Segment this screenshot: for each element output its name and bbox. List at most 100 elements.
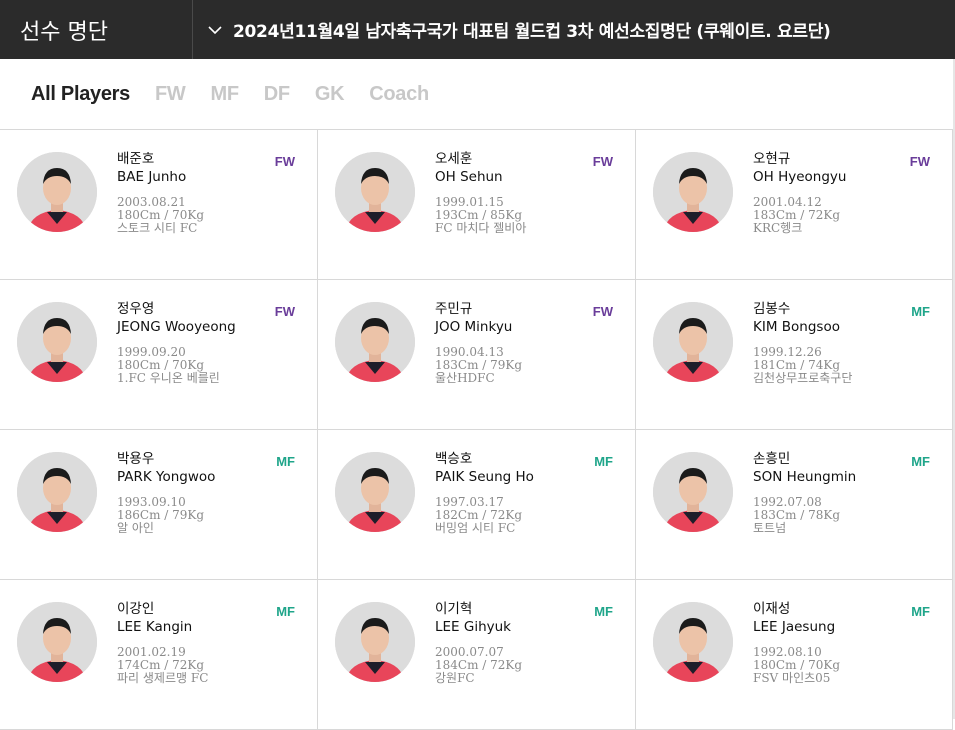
squad-selector-label: 2024년11월4일 남자축구국가 대표팀 월드컵 3차 예선소집명단 (쿠웨이… [233,22,831,42]
player-photo [335,302,415,382]
position-badge: MF [911,304,930,319]
position-badge: MF [911,604,930,619]
player-photo [653,452,733,532]
player-korean-name: 오세훈 [435,151,473,167]
position-badge: FW [592,154,613,169]
player-club: 파리 생제르맹 FC [117,671,209,685]
player-card[interactable]: 이재성 LEE Jaesung 1992.08.10 180Cm / 70Kg … [636,580,953,730]
player-photo [335,602,415,682]
player-club: 스토크 시티 FC [117,221,198,235]
player-card[interactable]: 박용우 PARK Yongwoo 1993.09.10 186Cm / 79Kg… [0,430,318,580]
position-badge: MF [276,604,295,619]
player-info: 배준호 BAE Junho 2003.08.21 180Cm / 70Kg 스토… [117,150,287,235]
player-row: 이강인 LEE Kangin 2001.02.19 174Cm / 72Kg 파… [0,580,953,730]
player-info: 주민규 JOO Minkyu 1990.04.13 183Cm / 79Kg 울… [435,300,605,385]
player-card[interactable]: 주민규 JOO Minkyu 1990.04.13 183Cm / 79Kg 울… [318,280,636,430]
player-row: 정우영 JEONG Wooyeong 1999.09.20 180Cm / 70… [0,280,953,430]
player-photo [17,302,97,382]
player-korean-name: 김봉수 [753,301,791,317]
player-row: 배준호 BAE Junho 2003.08.21 180Cm / 70Kg 스토… [0,130,953,280]
player-club: 강원FC [435,671,475,685]
player-english-name: JEONG Wooyeong [117,319,236,335]
player-club: FSV 마인츠05 [753,671,831,685]
player-korean-name: 주민규 [435,301,473,317]
position-badge: FW [592,304,613,319]
player-row: 박용우 PARK Yongwoo 1993.09.10 186Cm / 79Kg… [0,430,953,580]
player-photo [335,452,415,532]
player-korean-name: 박용우 [117,451,155,467]
player-card[interactable]: 이강인 LEE Kangin 2001.02.19 174Cm / 72Kg 파… [0,580,318,730]
position-badge: MF [594,604,613,619]
player-korean-name: 이기혁 [435,601,473,617]
player-meta: 2000.07.07 184Cm / 72Kg 강원FC [435,646,605,685]
player-korean-name: 백승호 [435,451,473,467]
player-card[interactable]: 배준호 BAE Junho 2003.08.21 180Cm / 70Kg 스토… [0,130,318,280]
player-meta: 1990.04.13 183Cm / 79Kg 울산HDFC [435,346,605,385]
player-card[interactable]: 백승호 PAIK Seung Ho 1997.03.17 182Cm / 72K… [318,430,636,580]
header-bar: 선수 명단 2024년11월4일 남자축구국가 대표팀 월드컵 3차 예선소집명… [0,0,955,59]
player-meta: 1993.09.10 186Cm / 79Kg 알 아인 [117,496,287,535]
tab-df[interactable]: DF [264,83,290,106]
player-korean-name: 오현규 [753,151,791,167]
player-english-name: PAIK Seung Ho [435,469,534,485]
player-photo [17,602,97,682]
player-club: 울산HDFC [435,371,495,385]
player-info: 이기혁 LEE Gihyuk 2000.07.07 184Cm / 72Kg 강… [435,600,605,685]
player-meta: 1992.08.10 180Cm / 70Kg FSV 마인츠05 [753,646,923,685]
player-info: 정우영 JEONG Wooyeong 1999.09.20 180Cm / 70… [117,300,287,385]
tab-mf[interactable]: MF [211,83,240,106]
player-english-name: OH Hyeongyu [753,169,847,185]
player-meta: 2001.02.19 174Cm / 72Kg 파리 생제르맹 FC [117,646,287,685]
chevron-down-icon [208,25,222,34]
player-meta: 1999.12.26 181Cm / 74Kg 김천상무프로축구단 [753,346,923,385]
player-english-name: LEE Kangin [117,619,193,635]
player-meta: 1999.01.15 193Cm / 85Kg FC 마치다 젤비아 [435,196,605,235]
player-info: 오현규 OH Hyeongyu 2001.04.12 183Cm / 72Kg … [753,150,923,235]
player-club: KRC헹크 [753,221,803,235]
player-club: FC 마치다 젤비아 [435,221,527,235]
player-korean-name: 정우영 [117,301,155,317]
tab-all-players[interactable]: All Players [31,83,130,106]
player-club: 버밍엄 시티 FC [435,521,516,535]
player-card[interactable]: 김봉수 KIM Bongsoo 1999.12.26 181Cm / 74Kg … [636,280,953,430]
player-info: 김봉수 KIM Bongsoo 1999.12.26 181Cm / 74Kg … [753,300,923,385]
position-badge: MF [911,454,930,469]
player-english-name: LEE Jaesung [753,619,836,635]
player-english-name: LEE Gihyuk [435,619,512,635]
tab-coach[interactable]: Coach [369,83,429,106]
player-card[interactable]: 이기혁 LEE Gihyuk 2000.07.07 184Cm / 72Kg 강… [318,580,636,730]
player-meta: 2003.08.21 180Cm / 70Kg 스토크 시티 FC [117,196,287,235]
player-photo [653,302,733,382]
player-meta: 2001.04.12 183Cm / 72Kg KRC헹크 [753,196,923,235]
player-info: 백승호 PAIK Seung Ho 1997.03.17 182Cm / 72K… [435,450,605,535]
player-club: 김천상무프로축구단 [753,371,853,385]
tab-fw[interactable]: FW [155,83,186,106]
player-club: 알 아인 [117,521,154,535]
tab-gk[interactable]: GK [315,83,345,106]
player-card[interactable]: 오세훈 OH Sehun 1999.01.15 193Cm / 85Kg FC … [318,130,636,280]
player-korean-name: 손흥민 [753,451,791,467]
player-english-name: KIM Bongsoo [753,319,840,335]
player-photo [653,602,733,682]
player-card[interactable]: 오현규 OH Hyeongyu 2001.04.12 183Cm / 72Kg … [636,130,953,280]
player-meta: 1999.09.20 180Cm / 70Kg 1.FC 우니온 베를린 [117,346,287,385]
player-english-name: BAE Junho [117,169,187,185]
player-card[interactable]: 정우영 JEONG Wooyeong 1999.09.20 180Cm / 70… [0,280,318,430]
position-badge: FW [274,304,295,319]
position-filter-tabs: All Players FW MF DF GK Coach [0,59,955,130]
player-english-name: PARK Yongwoo [117,469,216,485]
page-title: 선수 명단 [0,0,193,59]
player-card[interactable]: 손흥민 SON Heungmin 1992.07.08 183Cm / 78Kg… [636,430,953,580]
player-english-name: OH Sehun [435,169,503,185]
player-club: 토트넘 [753,521,787,535]
player-photo [335,152,415,232]
player-english-name: JOO Minkyu [435,319,513,335]
position-badge: FW [274,154,295,169]
player-info: 박용우 PARK Yongwoo 1993.09.10 186Cm / 79Kg… [117,450,287,535]
player-photo [17,452,97,532]
player-korean-name: 배준호 [117,151,155,167]
squad-selector[interactable]: 2024년11월4일 남자축구국가 대표팀 월드컵 3차 예선소집명단 (쿠웨이… [193,17,831,42]
player-club: 1.FC 우니온 베를린 [117,371,220,385]
position-badge: MF [276,454,295,469]
player-info: 오세훈 OH Sehun 1999.01.15 193Cm / 85Kg FC … [435,150,605,235]
